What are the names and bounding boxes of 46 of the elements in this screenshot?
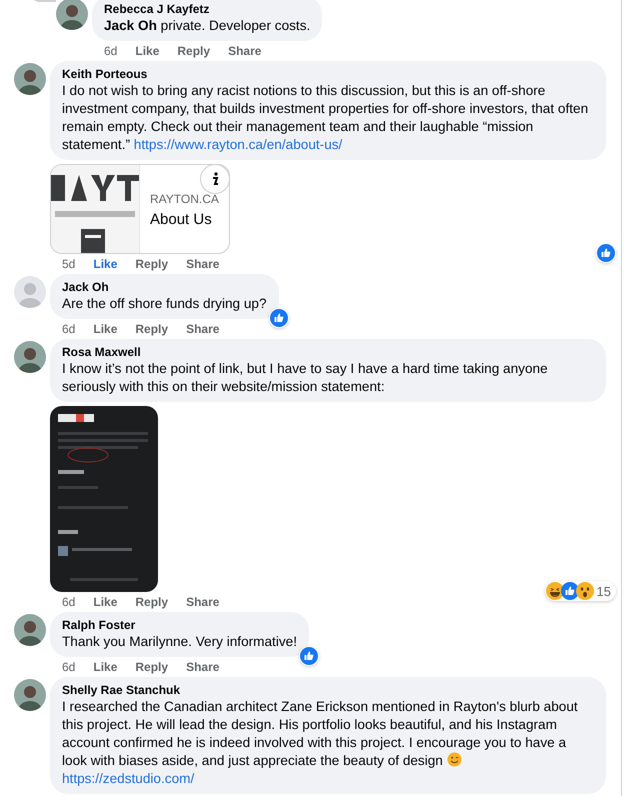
reaction-count: 15 [596,584,612,598]
commenter-name[interactable]: Rosa Maxwell [62,345,594,359]
commenter-name[interactable]: Jack Oh [62,280,267,294]
comment-text: I know it’s not the point of link, but I have to say I have a hard time taking anyone seriously with this on their website/mission statement: [62,360,549,396]
link-domain: RAYTON.CA [150,192,219,206]
link-preview-card[interactable]: RAYTON.CA About Us [50,164,230,254]
comment-time[interactable]: 6d [62,322,76,336]
comment-action-link[interactable]: Reply [177,44,210,58]
reaction-badge[interactable]: 15 [544,581,616,601]
comment-action-link[interactable]: Reply [135,660,168,674]
comment-action-link[interactable]: Reply [135,595,168,609]
comment-text: I do not wish to bring any racist notions to this discussion, but this is an off-shore investment company, that builds investment properties for off-shore investors, that often remain empty. Check out their management team and their laughable “mission statement.” https://www.rayton.ca/en/about-us/ [62,82,590,154]
comment-action-link[interactable]: Like [93,322,118,336]
comment-action-link[interactable]: Share [228,44,262,58]
avatar[interactable] [14,341,46,373]
comment-text: Are the off shore funds drying up? [62,295,267,313]
comment-time[interactable]: 6d [104,44,118,58]
comment-text: Thank you Marilynne. Very informative! [62,633,297,651]
comment-action-link[interactable]: Like [93,660,118,674]
comment-text: Jack Oh private. Developer costs. [104,17,310,35]
commenter-name[interactable]: Shelly Rae Stanchuk [62,683,594,697]
link-title: About Us [150,211,213,228]
comment-link[interactable]: https://zedstudio.com/ [62,771,194,786]
info-button[interactable] [200,165,229,194]
comment-action-link[interactable]: Share [186,322,220,336]
comment-action-link[interactable]: Like [93,257,118,271]
comment-action-link[interactable]: Reply [135,257,168,271]
comment-action-link[interactable]: Share [186,660,220,674]
comment-action-link[interactable]: Share [186,595,220,609]
comment-time[interactable]: 6d [62,595,76,609]
commenter-name[interactable]: Keith Porteous [62,67,594,81]
comment-time[interactable]: 5d [62,257,76,271]
comment-action-link[interactable]: Like [135,44,160,58]
comment-action-link[interactable]: Reply [135,322,168,336]
avatar[interactable] [14,63,46,95]
comment-text: I researched the Canadian architect Zane Erickson mentioned in Rayton's blurb about this project. He will lead the design. His portfolio looks beautiful, and his Instagram account confirmed he is indeed involved with this project. I encourage you to have a look with biases aside, and just appreciate the beauty of design https://zedstudio.com/ [62,698,579,788]
comment-link[interactable]: https://www.rayton.ca/en/about-us/ [134,137,342,152]
avatar[interactable] [14,679,46,711]
comment-action-link[interactable]: Like [93,595,118,609]
info-icon [210,172,220,186]
avatar[interactable] [56,0,88,30]
comment-action-link[interactable]: Share [186,257,220,271]
comment-time[interactable]: 6d [62,660,76,674]
commenter-name[interactable]: Rebecca J Kayfetz [104,2,310,16]
commenter-name[interactable]: Ralph Foster [62,618,297,632]
avatar[interactable] [14,614,46,646]
